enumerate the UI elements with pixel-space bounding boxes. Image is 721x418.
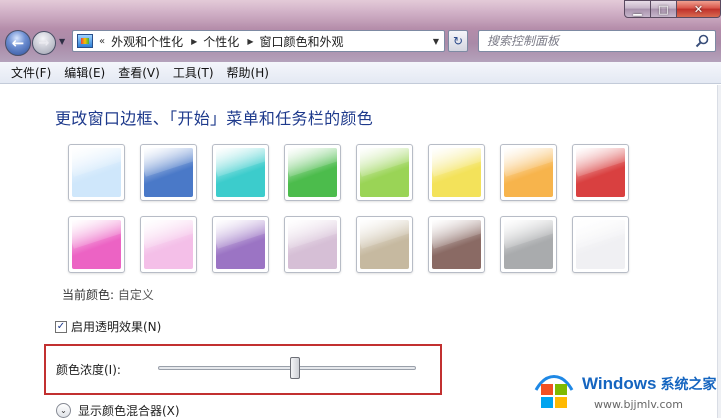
color-swatch-pumpkin[interactable]: [500, 144, 557, 201]
breadcrumb-window-color[interactable]: 窗口颜色和外观: [259, 33, 343, 50]
color-swatch-fill: [360, 148, 409, 197]
address-bar[interactable]: « 外观和个性化 ▶ 个性化 ▶ 窗口颜色和外观 ▼: [72, 30, 445, 52]
color-swatch-twilight[interactable]: [140, 144, 197, 201]
color-intensity-slider[interactable]: [158, 366, 416, 370]
breadcrumb-appearance[interactable]: 外观和个性化: [111, 33, 183, 50]
color-swatch-ruby[interactable]: [572, 144, 629, 201]
watermark-brand-name: Windows: [582, 374, 657, 393]
color-swatch-frost[interactable]: [572, 216, 629, 273]
color-swatch-sky[interactable]: [68, 144, 125, 201]
color-swatch-fill: [144, 220, 193, 269]
color-swatch-taupe[interactable]: [356, 216, 413, 273]
window-controls: ▁ □ ✕: [624, 0, 721, 18]
menu-file[interactable]: 文件(F): [11, 64, 51, 81]
watermark-site-name: 系统之家: [660, 376, 717, 392]
color-swatch-fuchsia[interactable]: [68, 216, 125, 273]
color-swatch-fill: [360, 220, 409, 269]
transparency-label[interactable]: 启用透明效果(N): [71, 318, 161, 335]
breadcrumb-overflow[interactable]: «: [99, 36, 105, 47]
watermark-brand: Windows 系统之家: [582, 374, 716, 394]
search-icon[interactable]: [695, 34, 709, 48]
watermark: Windows 系统之家 www.bjjmlv.com: [532, 366, 717, 416]
refresh-button[interactable]: ↻: [448, 30, 468, 52]
address-dropdown-icon[interactable]: ▼: [428, 31, 444, 51]
color-swatch-lavender[interactable]: [284, 216, 341, 273]
color-swatch-fill: [432, 220, 481, 269]
watermark-url: www.bjjmlv.com: [594, 398, 683, 411]
color-swatch-fill: [72, 220, 121, 269]
recent-pages-dropdown[interactable]: ▼: [59, 37, 65, 46]
menu-help[interactable]: 帮助(H): [227, 64, 269, 81]
color-swatch-fill: [576, 148, 625, 197]
menu-tools[interactable]: 工具(T): [173, 64, 214, 81]
forward-button[interactable]: →: [32, 31, 56, 55]
page-title: 更改窗口边框、「开始」菜单和任务栏的颜色: [55, 109, 374, 128]
color-swatch-fill: [216, 148, 265, 197]
expand-chevron-icon[interactable]: ⌄: [56, 403, 71, 418]
color-swatch-fill: [576, 220, 625, 269]
color-swatch-lemon[interactable]: [428, 144, 485, 201]
search-input[interactable]: [487, 34, 692, 48]
color-swatch-chocolate[interactable]: [428, 216, 485, 273]
search-box[interactable]: [478, 30, 716, 52]
transparency-option[interactable]: ✓ 启用透明效果(N): [55, 318, 161, 335]
color-swatch-fill: [504, 220, 553, 269]
color-swatch-fill: [288, 220, 337, 269]
close-button[interactable]: ✕: [677, 0, 721, 18]
menu-edit[interactable]: 编辑(E): [64, 64, 105, 81]
color-mixer-toggle-row[interactable]: ⌄ 显示颜色混合器(X): [56, 402, 180, 418]
color-swatch-violet[interactable]: [212, 216, 269, 273]
maximize-button[interactable]: □: [651, 0, 677, 18]
forward-arrow-icon: →: [38, 35, 50, 51]
color-swatch-lime[interactable]: [356, 144, 413, 201]
windows-logo-icon: [534, 375, 574, 408]
color-mixer-label[interactable]: 显示颜色混合器(X): [78, 402, 180, 418]
color-swatch-fill: [504, 148, 553, 197]
color-swatch-fill: [72, 148, 121, 197]
back-arrow-icon: ←: [11, 34, 25, 52]
color-swatch-blush[interactable]: [140, 216, 197, 273]
menu-view[interactable]: 查看(V): [118, 64, 160, 81]
color-swatch-sea[interactable]: [212, 144, 269, 201]
color-swatch-grid: [68, 144, 629, 273]
current-color-label: 当前颜色:: [62, 288, 115, 302]
menu-bar: 文件(F) 编辑(E) 查看(V) 工具(T) 帮助(H): [0, 62, 721, 84]
color-swatch-fill: [216, 220, 265, 269]
vertical-scrollbar[interactable]: [717, 85, 721, 418]
refresh-icon: ↻: [452, 34, 464, 48]
color-intensity-slider-thumb[interactable]: [289, 357, 300, 379]
back-button[interactable]: ←: [5, 30, 31, 56]
color-intensity-label: 颜色浓度(I):: [56, 363, 121, 377]
control-panel-icon: [77, 34, 93, 48]
transparency-checkbox[interactable]: ✓: [55, 320, 67, 333]
color-swatch-slate[interactable]: [500, 216, 557, 273]
color-swatch-fill: [432, 148, 481, 197]
breadcrumb-personalization[interactable]: 个性化: [203, 33, 239, 50]
color-swatch-leaf[interactable]: [284, 144, 341, 201]
current-color: 当前颜色: 自定义: [62, 286, 154, 303]
breadcrumb-separator-icon[interactable]: ▶: [191, 37, 197, 46]
color-swatch-fill: [144, 148, 193, 197]
minimize-button[interactable]: ▁: [624, 0, 651, 18]
breadcrumb-separator-icon[interactable]: ▶: [247, 37, 253, 46]
current-color-value: 自定义: [117, 288, 154, 302]
color-swatch-fill: [288, 148, 337, 197]
